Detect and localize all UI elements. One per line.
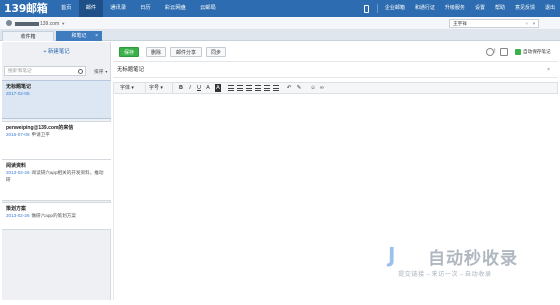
divider: [376, 4, 378, 13]
sync-button[interactable]: 同步: [206, 47, 226, 57]
note-toolbar: 保存 删除 邮件分享 同步 ! 自动保存笔记: [113, 42, 558, 62]
nav-feedback[interactable]: 意见反馈: [510, 0, 540, 17]
note-title: 阅读资料: [6, 163, 27, 169]
font-size-select[interactable]: 字号 ▾: [149, 83, 173, 93]
font-family-select[interactable]: 字体 ▾: [120, 83, 146, 93]
global-search-value: 王宇祥: [453, 21, 467, 26]
italic-icon[interactable]: I: [187, 84, 193, 92]
account-bar: 139.com ▼ 王宇祥 × ▾: [0, 17, 560, 30]
alert-icon[interactable]: !: [494, 48, 498, 56]
user-icon: [6, 20, 12, 26]
note-snippet: 申请卫平: [31, 132, 50, 137]
note-date: 2013-02-26: [6, 170, 30, 175]
emoji-icon[interactable]: ☺: [310, 84, 316, 92]
nav-passport[interactable]: 和通行证: [410, 0, 440, 17]
account-email[interactable]: 139.com ▼: [15, 17, 65, 31]
mobile-icon[interactable]: [363, 4, 369, 13]
autosave-label: 自动保存笔记: [523, 49, 551, 54]
nav-logout[interactable]: 退出: [540, 0, 560, 17]
indent-icon[interactable]: [273, 85, 279, 91]
note-date: 2016-07-08: [6, 132, 30, 137]
notes-search-placeholder: 搜索'和笔记': [8, 68, 33, 73]
bold-icon[interactable]: B: [178, 84, 184, 92]
ordered-list-icon[interactable]: [255, 85, 261, 91]
nav-mail[interactable]: 邮件: [78, 0, 104, 17]
note-meta: 2013-02-26 做研六app的策划方案: [6, 213, 107, 220]
highlight-icon[interactable]: A: [215, 84, 221, 92]
close-icon[interactable]: ×: [95, 31, 98, 41]
note-meta: 2017-02-05: [6, 91, 107, 98]
redacted-email-mask: [15, 21, 39, 26]
note-list-item[interactable]: 阅读资料 2013-02-26 阅读研六app相关的开发资料。推动研: [2, 159, 111, 201]
note-list-item[interactable]: penweiping@139.com的来信 2016-07-08 申请卫平: [2, 121, 111, 161]
save-button[interactable]: 保存: [119, 47, 139, 57]
search-icon[interactable]: [78, 68, 83, 74]
watermark-subtitle: 提交链接→来访一次→自动收录: [398, 271, 492, 278]
sort-dropdown[interactable]: 排序▼: [94, 68, 108, 75]
note-date: 2017-02-05: [6, 91, 30, 96]
email-share-button[interactable]: 邮件分享: [170, 47, 202, 57]
chevron-down-icon: ▼: [61, 21, 66, 26]
align-center-icon[interactable]: [237, 85, 243, 91]
top-nav-bar: 139邮箱 首页 邮件 通讯录 日历 彩云网盘 云邮局 企业邮箱 和通行证 升级…: [0, 0, 560, 17]
font-label: 字体: [120, 85, 131, 91]
right-nav: 企业邮箱 和通行证 升级服务 设置 帮助 意见反馈 退出: [358, 0, 560, 17]
new-note-button[interactable]: + 新建笔记: [2, 47, 111, 55]
chevron-down-icon[interactable]: ▾: [533, 20, 535, 27]
align-right-icon[interactable]: [246, 85, 252, 91]
sort-label: 排序: [94, 70, 104, 75]
tab-notes[interactable]: 和笔记 ×: [56, 31, 102, 41]
nav-settings[interactable]: 设置: [470, 0, 490, 17]
note-title: 策划方案: [6, 206, 27, 212]
nav-upgrade[interactable]: 升级服务: [440, 0, 470, 17]
email-suffix: 139.com: [40, 21, 60, 27]
tab-inbox[interactable]: 收件箱: [2, 31, 54, 41]
clear-icon[interactable]: ×: [525, 20, 528, 27]
notes-sidebar: + 新建笔记 搜索'和笔记' 排序▼ 无标题笔记 2017-02-05 penw…: [2, 42, 111, 300]
nav-home[interactable]: 首页: [54, 0, 79, 17]
undo-icon[interactable]: ↶: [286, 84, 292, 92]
note-meta: 2013-02-26 阅读研六app相关的开发资料。推动研: [6, 170, 107, 183]
nav-cloud-post[interactable]: 云邮局: [193, 0, 223, 17]
underline-icon[interactable]: U: [196, 84, 202, 92]
note-meta: 2016-07-08 申请卫平: [6, 132, 107, 139]
autosave-toggle[interactable]: 自动保存笔记: [515, 47, 551, 57]
note-title-input[interactable]: 无标题笔记: [117, 63, 144, 78]
tab-bar: 收件箱 和笔记 ×: [0, 30, 560, 41]
note-title-row: 无标题笔记 ×: [113, 63, 558, 78]
note-date: 2013-02-26: [6, 213, 30, 218]
note-list-item[interactable]: 无标题笔记 2017-02-05: [2, 80, 111, 119]
watermark-title: 自动秒收录: [428, 249, 518, 268]
nav-calendar[interactable]: 日历: [133, 0, 158, 17]
history-icon[interactable]: [486, 48, 494, 56]
checkbox-icon[interactable]: [515, 48, 521, 55]
size-label: 字号: [149, 85, 160, 91]
close-icon[interactable]: ×: [547, 63, 550, 78]
watermark-logo: J: [388, 243, 396, 267]
format-brush-icon[interactable]: ✎: [296, 84, 302, 92]
app-logo[interactable]: 139邮箱: [4, 2, 48, 15]
link-icon[interactable]: ∞: [319, 84, 325, 92]
nav-help[interactable]: 帮助: [490, 0, 510, 17]
main-nav: 首页 邮件 通讯录 日历 彩云网盘 云邮局: [54, 0, 223, 17]
nav-cloud-drive[interactable]: 彩云网盘: [158, 0, 193, 17]
note-snippet: 做研六app的策划方案: [31, 213, 76, 218]
notes-search-input[interactable]: 搜索'和笔记': [4, 66, 86, 76]
align-left-icon[interactable]: [228, 85, 234, 91]
delete-button[interactable]: 删除: [146, 47, 166, 57]
watermark: J 自动秒收录 提交链接→来访一次→自动收录: [388, 243, 548, 283]
chevron-down-icon: ▼: [104, 70, 109, 74]
print-icon[interactable]: [500, 48, 508, 56]
nav-contacts[interactable]: 通讯录: [103, 0, 133, 17]
note-title: penweiping@139.com的来信: [6, 125, 74, 131]
tab-notes-label: 和笔记: [71, 33, 87, 39]
global-search-input[interactable]: 王宇祥 × ▾: [449, 19, 539, 28]
note-title: 无标题笔记: [6, 84, 32, 90]
format-toolbar: 字体 ▾ 字号 ▾ B I U A A ↶ ✎ ☺ ∞: [113, 82, 558, 94]
bullet-list-icon[interactable]: [264, 85, 270, 91]
font-color-icon[interactable]: A: [205, 84, 211, 92]
nav-enterprise-mail[interactable]: 企业邮箱: [380, 0, 410, 17]
note-list-item[interactable]: 策划方案 2013-02-26 做研六app的策划方案: [2, 202, 111, 230]
